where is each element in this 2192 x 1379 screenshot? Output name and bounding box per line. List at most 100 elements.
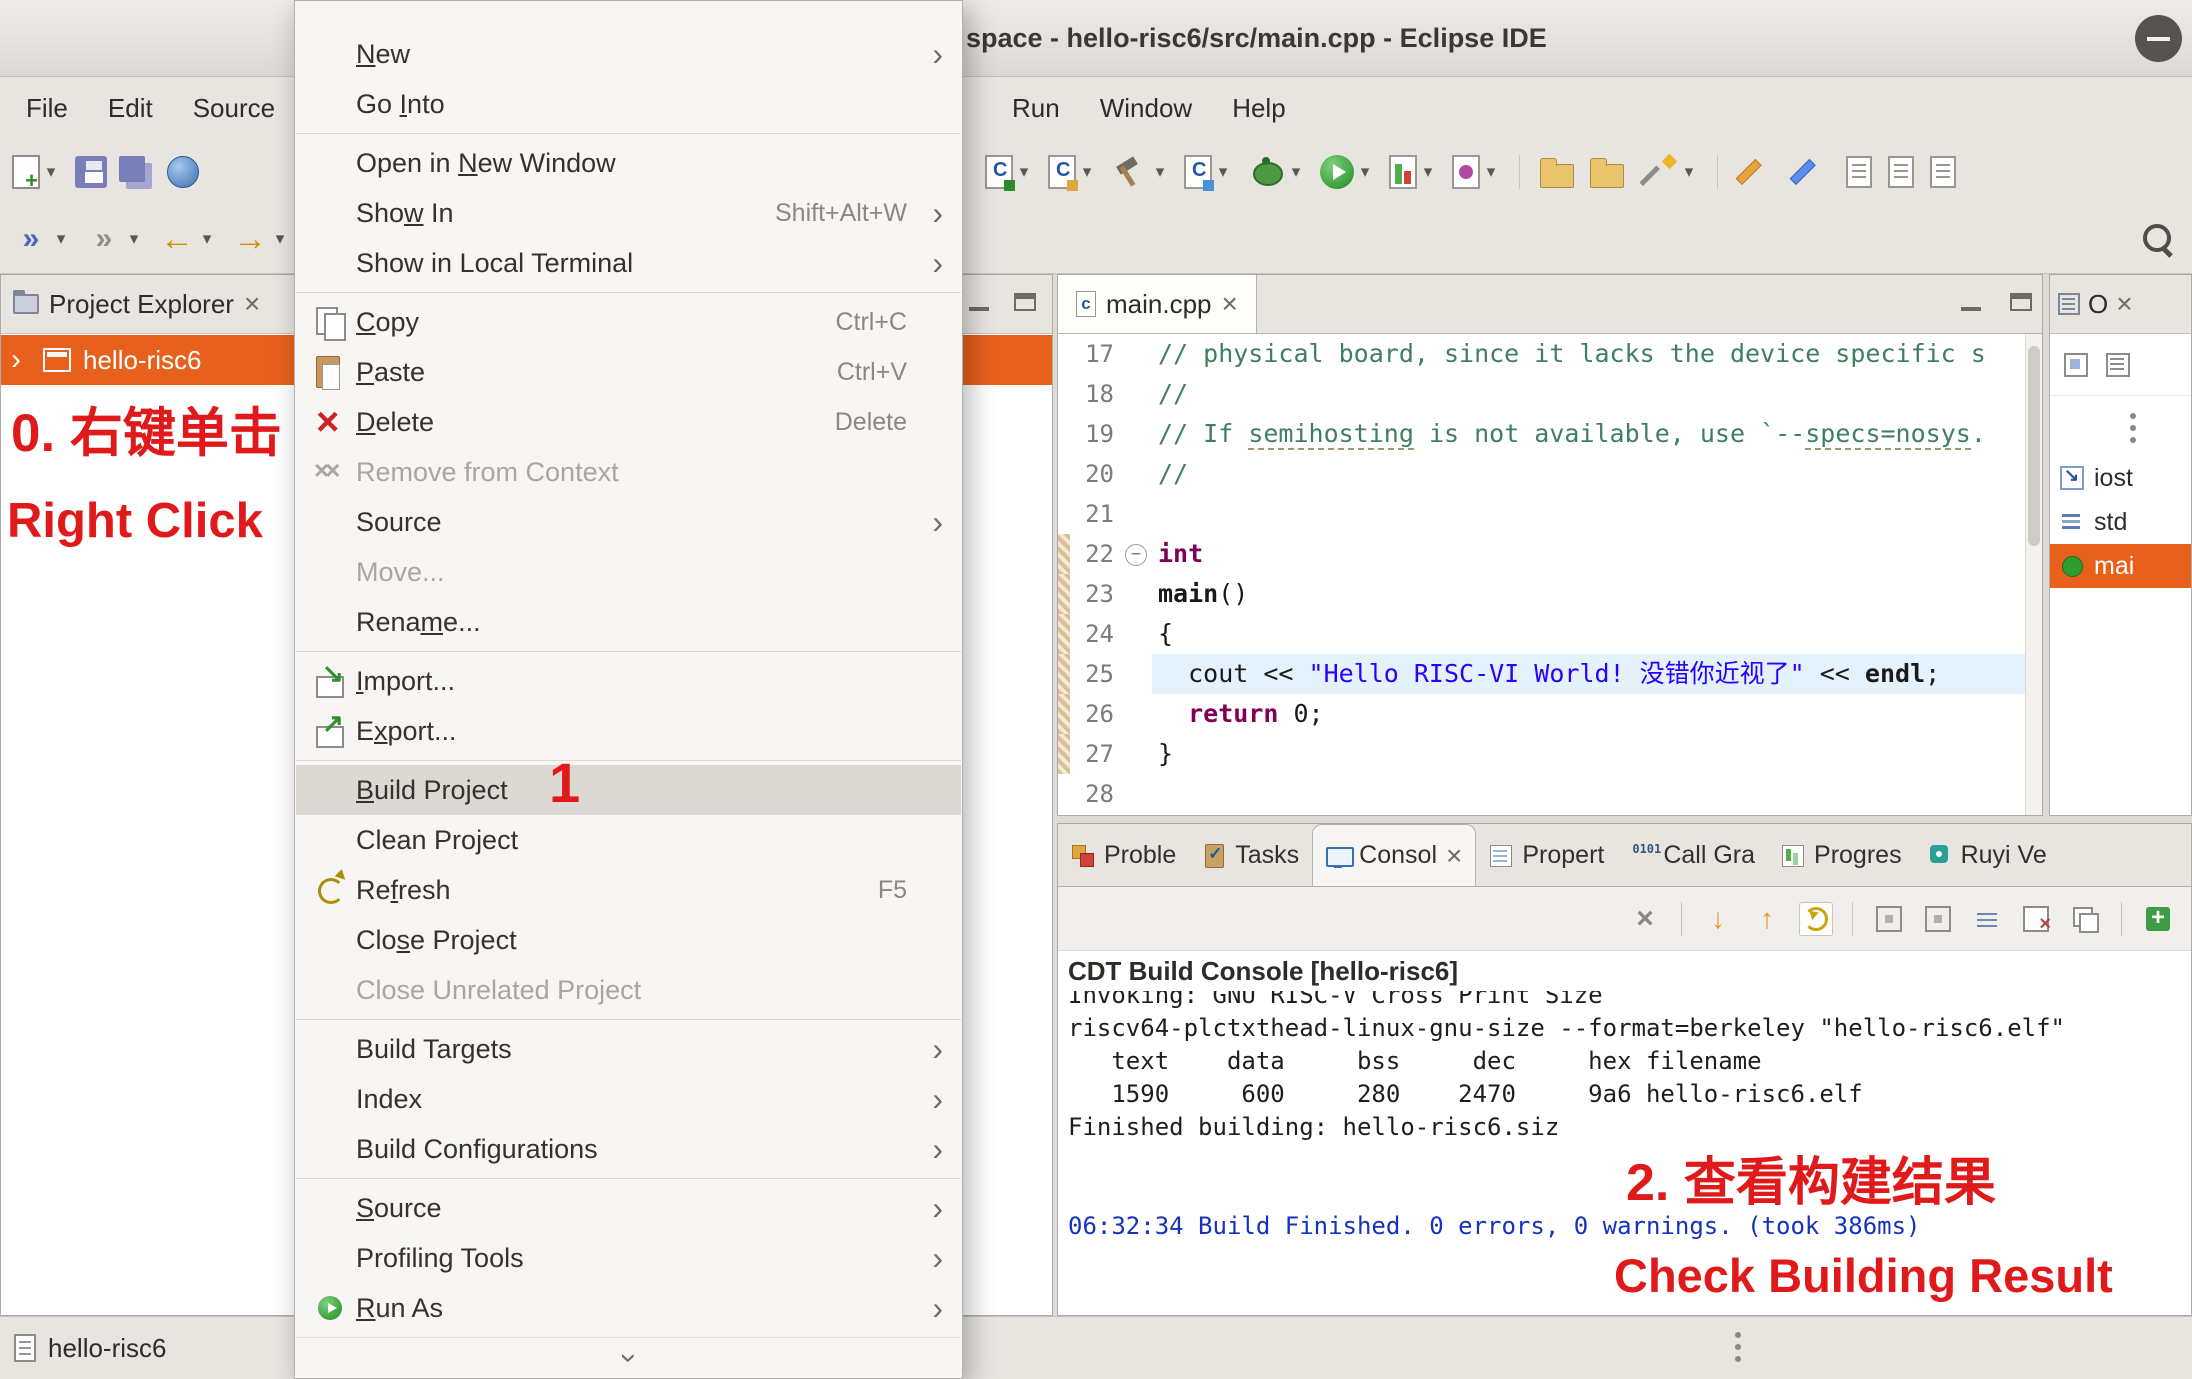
outline-item-std[interactable]: std xyxy=(2050,500,2191,544)
menu-item-refresh[interactable]: RefreshF5 xyxy=(296,865,961,915)
menu-help[interactable]: Help xyxy=(1212,77,1305,139)
open-console-icon[interactable] xyxy=(2141,902,2175,936)
display-selected-console-icon[interactable] xyxy=(2068,902,2102,936)
fold-minus-icon[interactable] xyxy=(1122,534,1152,574)
word-wrap-icon[interactable] xyxy=(1970,902,2004,936)
maximize-view-icon[interactable] xyxy=(2010,293,2032,311)
dropdown-arrow-icon[interactable]: ▾ xyxy=(1357,162,1373,182)
minimize-view-icon[interactable] xyxy=(1960,291,1984,313)
maximize-view-icon[interactable] xyxy=(1014,293,1036,311)
save-button[interactable] xyxy=(75,156,107,188)
menu-source[interactable]: Source xyxy=(173,77,295,139)
expand-chevron-icon[interactable]: › xyxy=(11,343,31,377)
menu-item-source[interactable]: Source› xyxy=(296,497,961,547)
build-all-button[interactable]: ▾ xyxy=(1184,155,1231,189)
step-filter-button[interactable]: ▾ xyxy=(85,220,142,258)
dropdown-arrow-icon[interactable]: ▾ xyxy=(272,229,288,249)
tab-main-cpp[interactable]: c main.cpp × xyxy=(1058,275,1257,334)
dropdown-arrow-icon[interactable]: ▾ xyxy=(126,229,142,249)
outline-item-iost[interactable]: iost xyxy=(2050,456,2191,500)
open-resource-button[interactable] xyxy=(1590,156,1624,188)
new-c-project-button[interactable]: ▾ xyxy=(1048,155,1095,189)
new-doc-button[interactable] xyxy=(1846,156,1872,188)
clear-console-icon[interactable] xyxy=(2019,902,2053,936)
dropdown-arrow-icon[interactable]: ▾ xyxy=(1079,162,1095,182)
close-icon[interactable]: × xyxy=(1446,842,1462,870)
menu-file[interactable]: File xyxy=(6,77,88,139)
minimize-view-icon[interactable] xyxy=(968,291,992,313)
dropdown-arrow-icon[interactable]: ▾ xyxy=(1288,162,1304,182)
menu-item-run-as[interactable]: Run As› xyxy=(296,1283,961,1333)
scroll-down-icon[interactable] xyxy=(1701,902,1735,936)
scroll-lock-icon[interactable] xyxy=(1921,902,1955,936)
scrollbar-thumb[interactable] xyxy=(2028,346,2040,546)
menu-item-show-in-local-terminal[interactable]: Show in Local Terminal› xyxy=(296,238,961,288)
new-c-file-button[interactable]: ▾ xyxy=(985,155,1032,189)
tab-call-gra[interactable]: Call Gra xyxy=(1617,824,1768,886)
dropdown-arrow-icon[interactable]: ▾ xyxy=(1016,162,1032,182)
menu-item-show-in[interactable]: Show InShift+Alt+W› xyxy=(296,188,961,238)
save-all-button[interactable] xyxy=(123,162,151,182)
annotate-button[interactable] xyxy=(1738,153,1776,191)
statusbar-menu-icon[interactable] xyxy=(1735,1329,1741,1365)
search-wand-button[interactable]: ▾ xyxy=(1640,153,1697,191)
code-editor[interactable]: 17// physical board, since it lacks the … xyxy=(1058,334,2025,815)
tab-tasks[interactable]: Tasks xyxy=(1189,824,1312,886)
menu-item-rename[interactable]: Rename... xyxy=(296,597,961,647)
focus-icon[interactable] xyxy=(2064,353,2088,377)
tab-consol[interactable]: Consol× xyxy=(1312,824,1476,886)
open-folder-button[interactable] xyxy=(1540,156,1574,188)
menu-item-open-in-new-window[interactable]: Open in New Window xyxy=(296,138,961,188)
scroll-up-icon[interactable] xyxy=(1750,902,1784,936)
menu-item-close-project[interactable]: Close Project xyxy=(296,915,961,965)
tab-propert[interactable]: Propert xyxy=(1476,824,1617,886)
build-button[interactable]: ▾ xyxy=(1111,153,1168,191)
sort-icon[interactable] xyxy=(2106,353,2130,377)
menu-item-go-into[interactable]: Go Into xyxy=(296,79,961,129)
pin-console-icon[interactable] xyxy=(1872,902,1906,936)
dropdown-arrow-icon[interactable]: ▾ xyxy=(43,162,59,182)
tab-progres[interactable]: Progres xyxy=(1768,824,1915,886)
menu-item-delete[interactable]: DeleteDelete xyxy=(296,397,961,447)
menu-item-build-targets[interactable]: Build Targets› xyxy=(296,1024,961,1074)
close-icon[interactable]: × xyxy=(2116,290,2132,318)
menu-item-source[interactable]: Source› xyxy=(296,1183,961,1233)
skip-breakpoints-button[interactable]: ▾ xyxy=(12,220,69,258)
close-icon[interactable]: × xyxy=(1222,290,1238,318)
menu-item-clean-project[interactable]: Clean Project xyxy=(296,815,961,865)
dropdown-arrow-icon[interactable]: ▾ xyxy=(1681,162,1697,182)
menu-edit[interactable]: Edit xyxy=(88,77,173,139)
search-button[interactable] xyxy=(2138,220,2176,258)
run-button[interactable]: ▾ xyxy=(1320,155,1373,189)
dropdown-arrow-icon[interactable]: ▾ xyxy=(53,229,69,249)
doc-more-button[interactable] xyxy=(1930,156,1956,188)
view-menu-icon[interactable] xyxy=(2050,396,2191,456)
debug-button[interactable]: ▾ xyxy=(1247,153,1304,191)
dropdown-arrow-icon[interactable]: ▾ xyxy=(1420,162,1436,182)
tab-ruyi-ve[interactable]: Ruyi Ve xyxy=(1915,824,2060,886)
menu-item-build-configurations[interactable]: Build Configurations› xyxy=(296,1124,961,1174)
menu-item-close-unrelated-project[interactable]: Close Unrelated Project xyxy=(296,965,961,1015)
menu-item-new[interactable]: New› xyxy=(296,29,961,79)
profile-button[interactable]: ▾ xyxy=(1452,155,1499,189)
doc-lines-button[interactable] xyxy=(1888,156,1914,188)
close-icon[interactable]: × xyxy=(244,290,260,318)
menu-item-index[interactable]: Index› xyxy=(296,1074,961,1124)
coverage-button[interactable]: ▾ xyxy=(1389,155,1436,189)
outline-item-mai[interactable]: mai xyxy=(2050,544,2191,588)
remove-launch-icon[interactable] xyxy=(1628,902,1662,936)
menu-item-paste[interactable]: PasteCtrl+V xyxy=(296,347,961,397)
forward-button[interactable]: ▾ xyxy=(231,220,288,258)
menu-run[interactable]: Run xyxy=(992,77,1080,139)
new-wizard-button[interactable]: ▾ xyxy=(12,155,59,189)
web-browser-button[interactable] xyxy=(167,156,199,188)
menu-item-import[interactable]: Import... xyxy=(296,656,961,706)
menu-window[interactable]: Window xyxy=(1080,77,1212,139)
menu-item-remove-from-context[interactable]: Remove from Context xyxy=(296,447,961,497)
menu-item-build-project[interactable]: Build Project xyxy=(296,765,961,815)
editor-scrollbar[interactable] xyxy=(2025,334,2042,815)
rerun-build-icon[interactable] xyxy=(1799,902,1833,936)
minimize-button[interactable] xyxy=(2135,15,2182,62)
back-button[interactable]: ▾ xyxy=(158,220,215,258)
menu-item-move[interactable]: Move... xyxy=(296,547,961,597)
